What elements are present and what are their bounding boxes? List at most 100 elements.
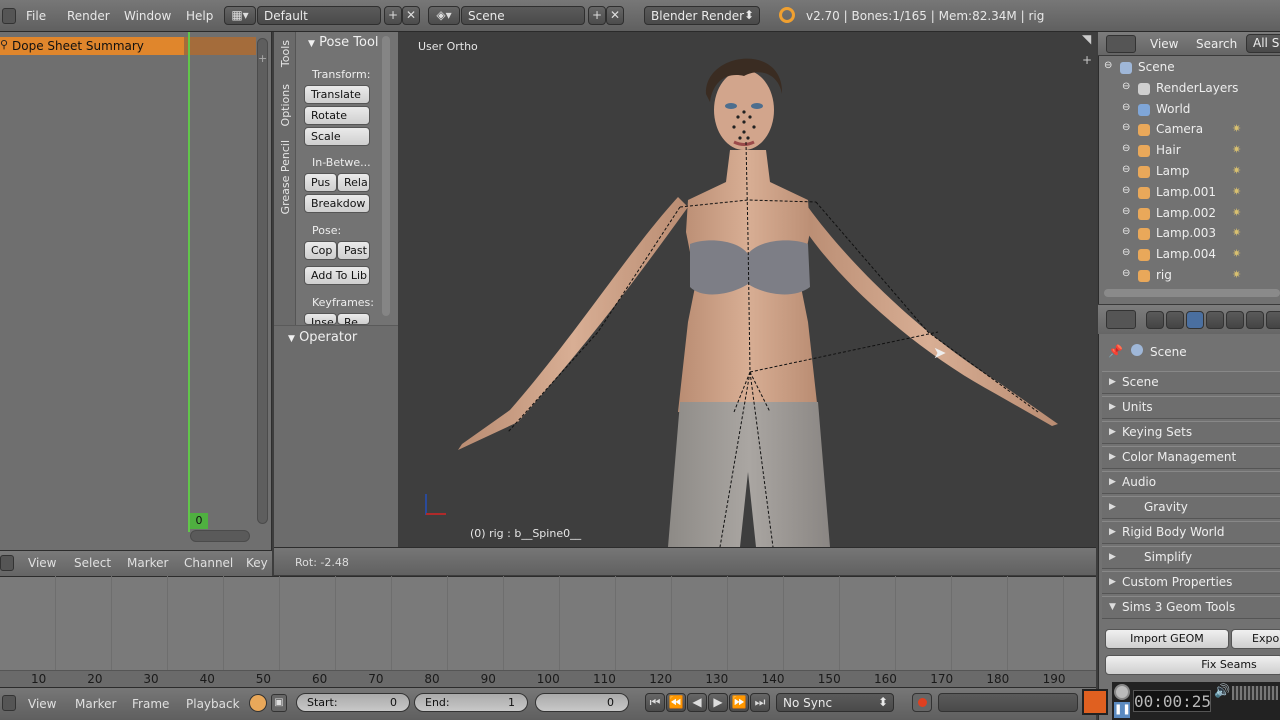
rotate-button[interactable]: Rotate [304, 106, 370, 125]
outliner-row[interactable]: ⊖ Lamp ✷ [1098, 162, 1280, 182]
expand-toggle-icon[interactable]: ⊖ [1122, 206, 1130, 217]
expand-toggle-icon[interactable]: ⊖ [1104, 60, 1112, 71]
properties-toggle-icon[interactable]: + [1082, 53, 1092, 67]
data-icon[interactable]: ✷ [1232, 226, 1241, 239]
close-scene-icon[interactable]: ✕ [606, 6, 624, 25]
outliner-row[interactable]: ⊖ Lamp.002 ✷ [1098, 204, 1280, 224]
pin-icon[interactable]: 📌 [1108, 344, 1123, 358]
expand-toggle-icon[interactable]: ⊖ [1122, 81, 1130, 92]
tab-options[interactable]: Options [279, 84, 292, 126]
play-icon[interactable]: ▶ [708, 693, 728, 712]
start-frame-field[interactable]: Start: 0 [296, 693, 410, 712]
outliner-row[interactable]: ⊖ rig ✷ [1098, 266, 1280, 286]
expand-toggle-icon[interactable]: ⊖ [1122, 102, 1130, 113]
jump-key-back-icon[interactable]: ⏪ [666, 693, 686, 712]
properties-panel[interactable] [1102, 496, 1280, 519]
timeline-menu-frame[interactable]: Frame [132, 697, 169, 711]
translate-button[interactable]: Translate [304, 85, 370, 104]
outliner-row[interactable]: ⊖ RenderLayers [1098, 79, 1280, 99]
outliner-display-mode[interactable]: All Sc [1246, 34, 1280, 53]
layout-name-field[interactable]: Default [257, 6, 381, 25]
relax-button[interactable]: Rela [337, 173, 370, 192]
add-to-lib-button[interactable]: Add To Lib [304, 266, 370, 285]
dope-sheet-editor[interactable] [0, 32, 272, 550]
constraints-tab-icon[interactable] [1246, 311, 1264, 329]
jump-start-icon[interactable]: ⏮ [645, 693, 665, 712]
insert-keyframe-button[interactable]: Inse [304, 313, 337, 325]
end-frame-field[interactable]: End: 1 [414, 693, 528, 712]
render-tab-icon[interactable] [1146, 311, 1164, 329]
volume-icon[interactable]: 🔊 [1214, 684, 1230, 699]
outliner-row[interactable]: ⊖ Lamp.003 ✷ [1098, 224, 1280, 244]
expand-toggle-icon[interactable]: ⊖ [1122, 122, 1130, 133]
timeline-menu-marker[interactable]: Marker [75, 697, 116, 711]
operator-panel-title[interactable]: ▼ Operator [288, 330, 357, 345]
current-frame-line[interactable] [188, 32, 190, 532]
import-geom-button[interactable]: Import GEOM [1105, 629, 1229, 649]
data-icon[interactable]: ✷ [1232, 206, 1241, 219]
outliner-editor-type-icon[interactable] [1106, 35, 1136, 53]
copy-pose-button[interactable]: Cop [304, 241, 337, 260]
dope-menu-marker[interactable]: Marker [127, 556, 168, 570]
outliner-menu-view[interactable]: View [1150, 37, 1178, 51]
outliner-menu-search[interactable]: Search [1196, 37, 1237, 51]
tab-grease-pencil[interactable]: Grease Pencil [279, 140, 292, 214]
expand-toggle-icon[interactable]: ⊖ [1122, 164, 1130, 175]
keying-set-field[interactable] [938, 693, 1078, 712]
data-icon[interactable]: ✷ [1232, 247, 1241, 260]
sync-mode-select[interactable]: No Sync ⬍ [776, 693, 894, 712]
auto-keying-record-icon[interactable] [912, 693, 932, 712]
modifiers-tab-icon[interactable] [1266, 311, 1280, 329]
object-tab-icon[interactable] [1226, 311, 1244, 329]
outliner-row[interactable]: ⊖ Lamp.004 ✷ [1098, 245, 1280, 265]
dope-plus-icon[interactable]: + [258, 52, 267, 65]
play-reverse-icon[interactable]: ◀ [687, 693, 707, 712]
dope-vertical-scrollbar[interactable] [257, 38, 268, 524]
outliner-scrollbar[interactable] [1104, 289, 1280, 297]
scene-tab-icon[interactable] [1186, 311, 1204, 329]
screen-layout-icon[interactable]: ▦▾ [224, 6, 256, 25]
paste-pose-button[interactable]: Past [337, 241, 370, 260]
close-layout-icon[interactable]: ✕ [402, 6, 420, 25]
jump-key-forward-icon[interactable]: ⏩ [729, 693, 749, 712]
3d-viewport[interactable] [398, 32, 1096, 547]
breakdown-button[interactable]: Breakdow [304, 194, 370, 213]
scene-icon[interactable]: ◈▾ [428, 6, 460, 25]
data-icon[interactable]: ✷ [1232, 164, 1241, 177]
dope-menu-select[interactable]: Select [74, 556, 111, 570]
dope-menu-view[interactable]: View [28, 556, 56, 570]
render-layers-tab-icon[interactable] [1166, 311, 1184, 329]
expand-toggle-icon[interactable]: ⊖ [1122, 247, 1130, 258]
data-icon[interactable]: ✷ [1232, 185, 1241, 198]
viewport-corner-icon[interactable]: ◥ [1082, 32, 1091, 46]
editor-type-icon[interactable] [2, 8, 16, 24]
scene-name-field[interactable]: Scene [461, 6, 585, 25]
remove-keyframe-button[interactable]: Re [337, 313, 370, 325]
export-geom-button[interactable]: Expo [1231, 629, 1280, 649]
push-button[interactable]: Pus [304, 173, 337, 192]
outliner-row[interactable]: ⊖ World [1098, 100, 1280, 120]
expand-toggle-icon[interactable]: ⊖ [1122, 226, 1130, 237]
expand-toggle-icon[interactable]: ⊖ [1122, 268, 1130, 279]
current-frame-field[interactable]: 0 [535, 693, 629, 712]
dope-menu-channel[interactable]: Channel [184, 556, 233, 570]
dope-sheet-summary-row[interactable]: Dope Sheet Summary [0, 37, 184, 55]
data-icon[interactable]: ✷ [1232, 143, 1241, 156]
jump-end-icon[interactable]: ⏭ [750, 693, 770, 712]
timeline-editor-type-icon[interactable] [2, 695, 16, 711]
dope-menu-key[interactable]: Key [246, 556, 268, 570]
timeline-menu-view[interactable]: View [28, 697, 56, 711]
outliner-row[interactable]: ⊖ Scene [1098, 58, 1280, 78]
outliner-row[interactable]: ⊖ Lamp.001 ✷ [1098, 183, 1280, 203]
add-scene-icon[interactable]: + [588, 6, 606, 25]
timeline-menu-playback[interactable]: Playback [186, 697, 240, 711]
fix-seams-button[interactable]: Fix Seams [1105, 655, 1280, 675]
data-icon[interactable]: ✷ [1232, 268, 1241, 281]
lock-icon[interactable]: ▣ [271, 694, 287, 712]
tool-shelf-scrollbar[interactable] [382, 36, 390, 316]
menu-file[interactable]: File [26, 9, 46, 23]
dope-horizontal-scrollbar[interactable] [190, 530, 250, 542]
data-icon[interactable]: ✷ [1232, 122, 1241, 135]
outliner-row[interactable]: ⊖ Camera ✷ [1098, 120, 1280, 140]
expand-toggle-icon[interactable]: ⊖ [1122, 143, 1130, 154]
